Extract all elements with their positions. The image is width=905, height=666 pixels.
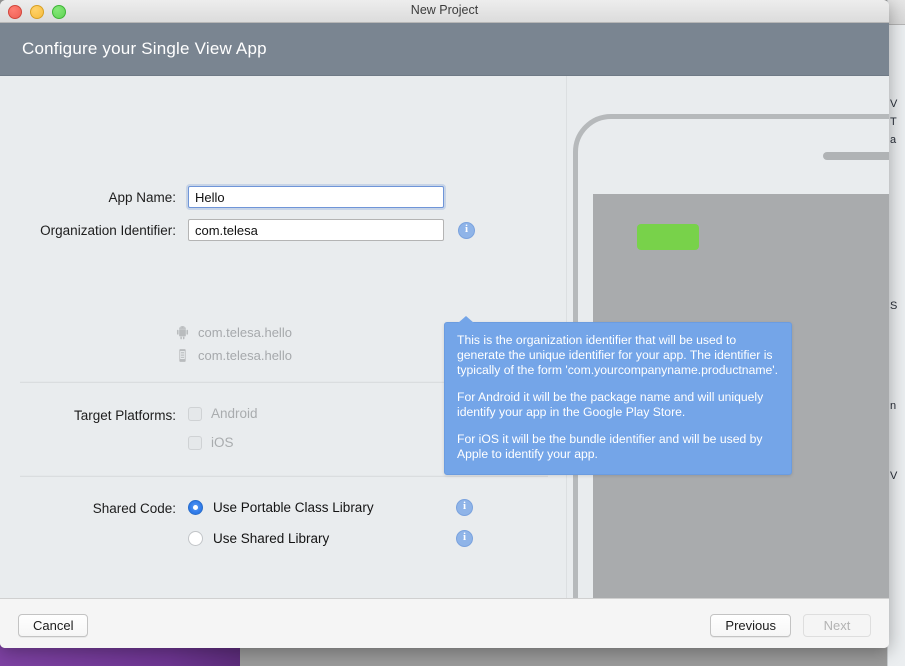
org-identifier-info-icon[interactable]: i xyxy=(458,221,475,239)
section-divider-shared-code xyxy=(20,475,548,477)
next-button[interactable]: Next xyxy=(803,613,871,637)
ios-device-icon xyxy=(179,349,186,362)
shared-code-option-shared-wrap: Use Shared Library i xyxy=(188,530,473,547)
tooltip-paragraph: This is the organization identifier that… xyxy=(457,333,778,377)
wizard-footer: Cancel Previous Next xyxy=(0,599,889,648)
ios-bundle-text: com.telesa.hello xyxy=(198,348,292,363)
portable-class-library-radio[interactable] xyxy=(188,500,203,515)
background-window-text-fragment: V xyxy=(890,98,898,110)
ios-checkbox[interactable] xyxy=(188,435,202,450)
android-bundle-preview-row: com.telesa.hello xyxy=(176,325,292,340)
cancel-button[interactable]: Cancel xyxy=(18,613,89,637)
target-platforms-label: Target Platforms: xyxy=(73,408,176,423)
preview-accent-button xyxy=(637,224,699,250)
background-window-text-fragment: S xyxy=(890,300,898,312)
window-titlebar[interactable]: New Project xyxy=(0,0,889,23)
phone-speaker-icon xyxy=(823,152,889,160)
android-icon xyxy=(176,326,189,340)
radio-use-shared-library[interactable]: Use Shared Library xyxy=(188,531,456,546)
android-checkbox[interactable] xyxy=(188,406,202,421)
shared-library-label: Use Shared Library xyxy=(213,531,330,546)
checkbox-android[interactable]: Android xyxy=(188,406,258,421)
ios-bundle-preview-row: com.telesa.hello xyxy=(176,348,292,363)
portable-class-library-label: Use Portable Class Library xyxy=(213,500,374,515)
background-window-titlebar xyxy=(888,0,905,25)
background-window-text-fragment: T xyxy=(890,116,897,128)
page-title: Configure your Single View App xyxy=(22,39,267,58)
shared-code-option-pcl-wrap: Use Portable Class Library i xyxy=(188,499,473,516)
ios-bundle-preview: com.telesa.hello xyxy=(176,348,292,363)
shared-code-row: Shared Code: Use Portable Class Library … xyxy=(18,499,473,547)
window-title: New Project xyxy=(410,3,479,17)
wizard-body: App Name: Organization Identifier: i c xyxy=(0,76,889,599)
portable-class-library-info-icon[interactable]: i xyxy=(456,499,473,516)
desktop-wallpaper-purple-lower xyxy=(0,648,240,666)
org-identifier-row: Organization Identifier: i xyxy=(18,219,475,241)
tooltip-paragraph: For Android it will be the package name … xyxy=(457,390,764,419)
org-identifier-tooltip: This is the organization identifier that… xyxy=(444,316,792,475)
shared-code-options: Use Portable Class Library i Use Shared … xyxy=(188,499,473,547)
shared-library-info-icon[interactable]: i xyxy=(456,530,473,547)
new-project-window: New Project Configure your Single View A… xyxy=(0,0,889,648)
org-identifier-input[interactable] xyxy=(188,219,444,241)
checkbox-ios[interactable]: iOS xyxy=(188,435,258,450)
app-name-input[interactable] xyxy=(188,186,444,208)
tooltip-paragraph: For iOS it will be the bundle identifier… xyxy=(457,432,763,461)
org-identifier-label: Organization Identifier: xyxy=(40,222,176,238)
app-name-label: App Name: xyxy=(108,189,176,205)
android-bundle-text: com.telesa.hello xyxy=(198,325,292,340)
background-window-text-fragment: V xyxy=(890,470,898,482)
android-bundle-preview: com.telesa.hello xyxy=(176,325,292,340)
background-window-text-fragment: n xyxy=(890,400,897,412)
shared-library-radio[interactable] xyxy=(188,531,203,546)
ios-checkbox-label: iOS xyxy=(211,435,234,450)
previous-button[interactable]: Previous xyxy=(710,613,791,637)
background-window-text-fragment: a xyxy=(890,134,897,146)
target-platforms-options: Android iOS xyxy=(188,406,258,450)
app-name-row: App Name: xyxy=(18,186,444,208)
tooltip-arrow-icon xyxy=(458,316,474,323)
target-platforms-row: Target Platforms: Android iOS xyxy=(18,406,258,450)
screen-root: V T a S n V New Project Configure your S… xyxy=(0,0,905,666)
background-window-sliver[interactable]: V T a S n V xyxy=(887,0,905,666)
android-checkbox-label: Android xyxy=(211,406,258,421)
radio-use-portable-class-library[interactable]: Use Portable Class Library xyxy=(188,500,456,515)
wizard-header: Configure your Single View App xyxy=(0,23,889,76)
shared-code-label: Shared Code: xyxy=(92,501,176,516)
